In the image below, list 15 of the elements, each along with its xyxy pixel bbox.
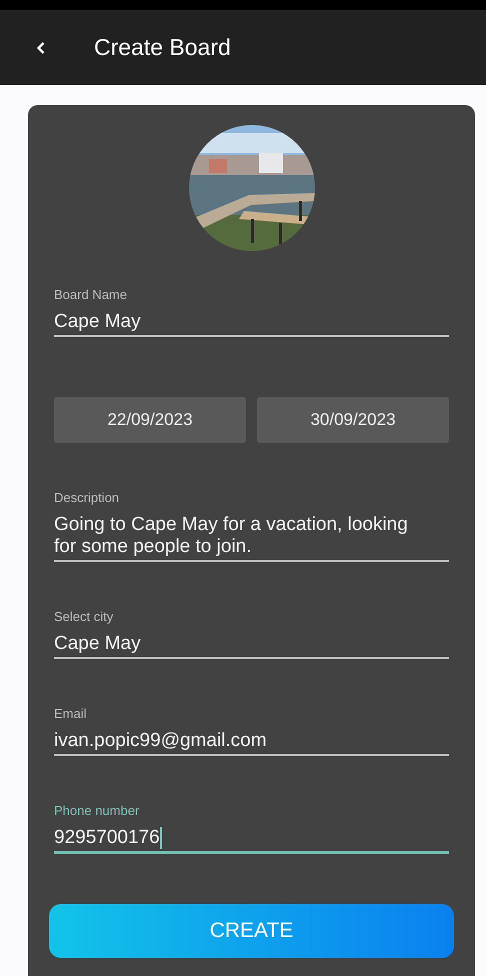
back-icon[interactable] — [36, 40, 46, 54]
field-label: Phone number — [54, 803, 140, 819]
field-label: Select city — [54, 609, 114, 625]
field-label: Email — [54, 706, 87, 722]
input-field[interactable]: ivan.popic99@gmail.com — [54, 730, 449, 756]
date-button[interactable]: 22/09/2023 — [54, 397, 246, 443]
field-label: Board Name — [54, 287, 127, 303]
page-title: Create Board — [94, 33, 231, 62]
input-field[interactable]: Going to Cape May for a vacation, looking for some people to join. — [54, 514, 449, 562]
input-field[interactable]: Cape May — [54, 311, 449, 337]
date-button[interactable]: 30/09/2023 — [257, 397, 449, 443]
input-field[interactable]: 9295700176 — [54, 827, 449, 854]
text-cursor — [160, 827, 162, 849]
input-field[interactable]: Cape May — [54, 633, 449, 659]
field-label: Description — [54, 490, 120, 506]
